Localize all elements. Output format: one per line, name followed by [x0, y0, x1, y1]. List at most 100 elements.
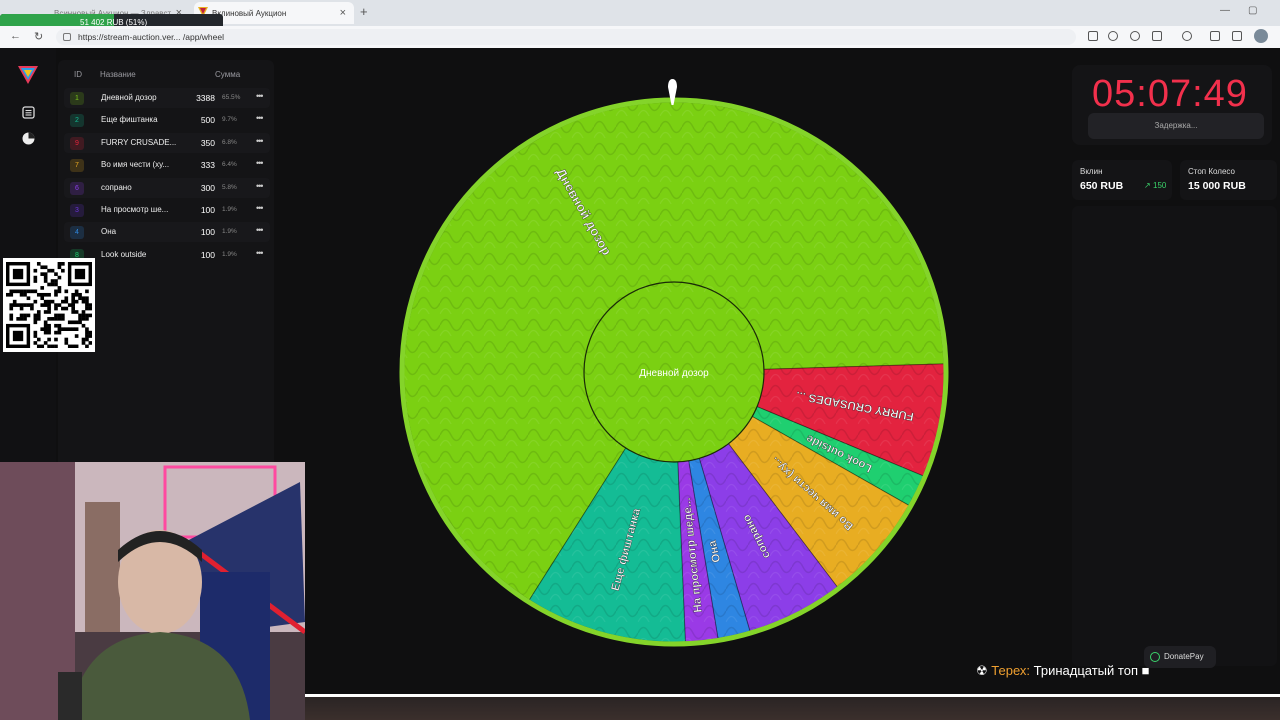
zoom-icon[interactable] — [1130, 31, 1140, 41]
qr-module — [81, 323, 86, 328]
qr-module — [50, 279, 55, 283]
lot-sum: 100 — [200, 205, 215, 215]
qr-module — [23, 292, 27, 297]
more-dots-icon[interactable]: ••• — [256, 248, 264, 258]
collections-icon[interactable] — [1232, 31, 1242, 41]
lot-sum: 333 — [200, 160, 215, 171]
qr-module — [85, 303, 89, 307]
qr-module — [40, 272, 45, 276]
url-field[interactable]: https://stream-auction.ver... /app/wheel — [56, 29, 1076, 45]
maximize-icon[interactable]: ▢ — [1248, 5, 1257, 16]
qr-module — [43, 327, 48, 331]
lot-row[interactable]: 1 Дневной дозор 3388 65.5% ••• — [64, 88, 270, 108]
translate-icon[interactable] — [1108, 31, 1118, 41]
qr-module — [23, 317, 27, 321]
qr-module — [78, 313, 82, 318]
lot-row[interactable]: 3 На просмотр ше... 100 1.9% ••• — [64, 200, 270, 220]
qr-module — [50, 268, 55, 273]
qr-module — [33, 275, 38, 280]
more-dots-icon[interactable]: ••• — [256, 203, 264, 213]
new-tab-button[interactable]: + — [360, 4, 368, 19]
qr-module — [47, 306, 51, 311]
qr-module — [33, 268, 38, 273]
qr-module — [33, 320, 38, 325]
qr-module — [47, 317, 51, 321]
lot-row[interactable]: 9 FURRY CRUSADE... 350 6.8% ••• — [64, 132, 270, 153]
qr-module — [19, 313, 24, 318]
qr-module — [36, 292, 41, 297]
qr-module — [43, 320, 48, 325]
qr-module — [30, 306, 34, 311]
lot-row[interactable]: 2 Еще фиштанка 500 9.7% ••• — [64, 110, 270, 130]
extensions-puzzle-icon[interactable] — [1182, 31, 1192, 41]
qr-module — [47, 292, 51, 297]
donatepay-button[interactable]: DonatePay — [1144, 646, 1216, 668]
qr-module — [40, 303, 45, 307]
qr-module — [54, 303, 58, 307]
qr-module — [85, 299, 89, 304]
contribution-delta: 150 — [1153, 181, 1167, 190]
app-logo-icon[interactable] — [18, 66, 38, 84]
qr-module — [85, 306, 89, 311]
more-dots-icon[interactable]: ••• — [256, 113, 264, 123]
qr-module — [57, 265, 62, 270]
qr-module — [67, 344, 72, 348]
qr-module — [19, 292, 24, 297]
qr-module — [9, 313, 14, 318]
back-icon[interactable]: ← — [10, 30, 21, 42]
more-dots-icon[interactable]: ••• — [256, 158, 264, 168]
qr-module — [64, 337, 69, 342]
qr-module — [54, 330, 58, 335]
qr-module — [47, 268, 51, 273]
wheel-container[interactable]: Дневной дозор FURRY CRUSADES ... Look outs… — [396, 94, 952, 655]
lot-name: Еще фиштанка — [101, 115, 158, 125]
qr-module — [57, 275, 62, 280]
wheel-pie-icon[interactable] — [22, 132, 35, 145]
qr-module — [50, 344, 55, 348]
wheel-center-label: Дневной дозор — [639, 368, 709, 379]
qr-module — [61, 313, 65, 318]
lot-id: 7 — [70, 159, 84, 173]
qr-module — [6, 292, 10, 297]
qr-module — [54, 282, 58, 287]
more-dots-icon[interactable]: ••• — [256, 136, 264, 146]
lot-row[interactable]: 6 сопрано 300 5.8% ••• — [64, 177, 270, 198]
extension-icon[interactable] — [1088, 31, 1098, 41]
minimize-icon[interactable]: — — [1220, 5, 1230, 16]
qr-module — [9, 289, 14, 294]
more-dots-icon[interactable]: ••• — [256, 225, 264, 235]
lot-percent: 65.5% — [222, 94, 241, 101]
more-dots-icon[interactable]: ••• — [256, 181, 264, 191]
qr-module — [26, 303, 31, 307]
qr-module — [81, 341, 86, 345]
lot-name: Дневной дозор — [101, 93, 157, 102]
more-dots-icon[interactable]: ••• — [256, 91, 264, 101]
contribution-card: Вклин 650 RUB ↗ 150 — [1072, 160, 1172, 200]
qr-module — [54, 289, 58, 294]
prize-wheel[interactable]: Дневной дозорFURRY CRUSADES ...Look outs… — [396, 94, 952, 650]
tab-active-label: Вклиновый Аукцион — [212, 8, 287, 18]
favorites-icon[interactable] — [1210, 31, 1220, 41]
profile-avatar[interactable] — [1254, 29, 1268, 43]
qr-module — [36, 262, 41, 266]
qr-module — [57, 286, 62, 290]
qr-module — [36, 337, 41, 342]
site-info-icon[interactable] — [63, 33, 71, 41]
qr-module — [57, 323, 62, 328]
qr-module — [16, 289, 20, 294]
qr-finder-module — [12, 330, 24, 342]
qr-module — [12, 303, 17, 307]
tab-close-icon[interactable]: × — [340, 7, 346, 19]
qr-module — [67, 303, 72, 307]
delay-button[interactable]: Задержка... — [1088, 113, 1264, 139]
qr-module — [85, 327, 89, 331]
lot-row[interactable]: 4 Она 100 1.9% ••• — [64, 222, 270, 243]
list-icon[interactable] — [22, 106, 35, 119]
qr-module — [30, 289, 34, 294]
qr-module — [33, 279, 38, 283]
url-text: https://stream-auction.ver... /app/wheel — [78, 32, 224, 42]
timer-value: 05:07:49 — [1092, 73, 1248, 115]
reload-icon[interactable]: ↻ — [34, 30, 43, 43]
bookmark-star-icon[interactable] — [1152, 31, 1162, 41]
lot-row[interactable]: 7 Во имя чести (ху... 333 6.4% ••• — [64, 155, 270, 175]
